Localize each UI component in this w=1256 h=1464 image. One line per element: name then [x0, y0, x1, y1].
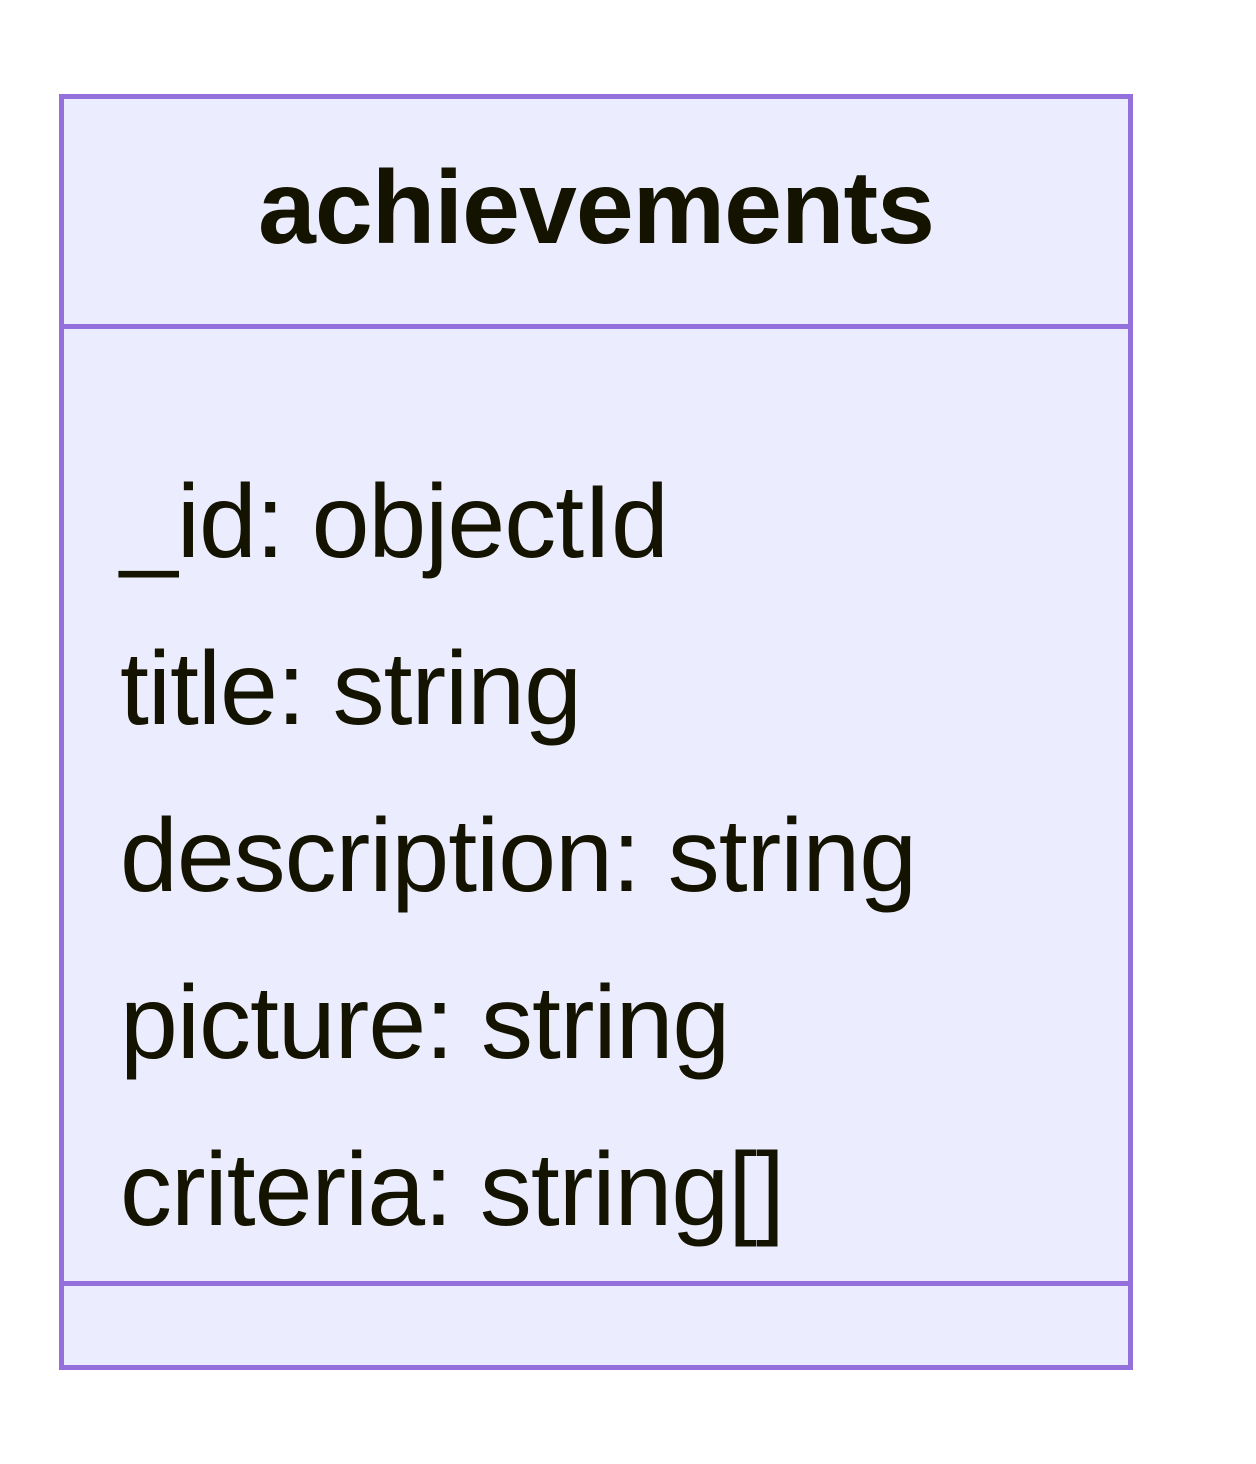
attribute-list: _id: objectId title: string description:…	[120, 439, 917, 1274]
class-name: achievements	[258, 149, 935, 266]
attribute-criteria: criteria: string[]	[120, 1132, 785, 1248]
attribute-description: description: string	[120, 798, 917, 914]
attribute-title: title: string	[120, 631, 582, 747]
attribute-picture: picture: string	[120, 965, 730, 1081]
class-header: achievements	[64, 99, 1128, 327]
class-achievements: achievements _id: objectId title: string…	[59, 94, 1133, 1370]
attribute-id: _id: objectId	[120, 464, 669, 580]
attributes-divider	[64, 324, 1128, 329]
methods-divider	[64, 1281, 1128, 1286]
